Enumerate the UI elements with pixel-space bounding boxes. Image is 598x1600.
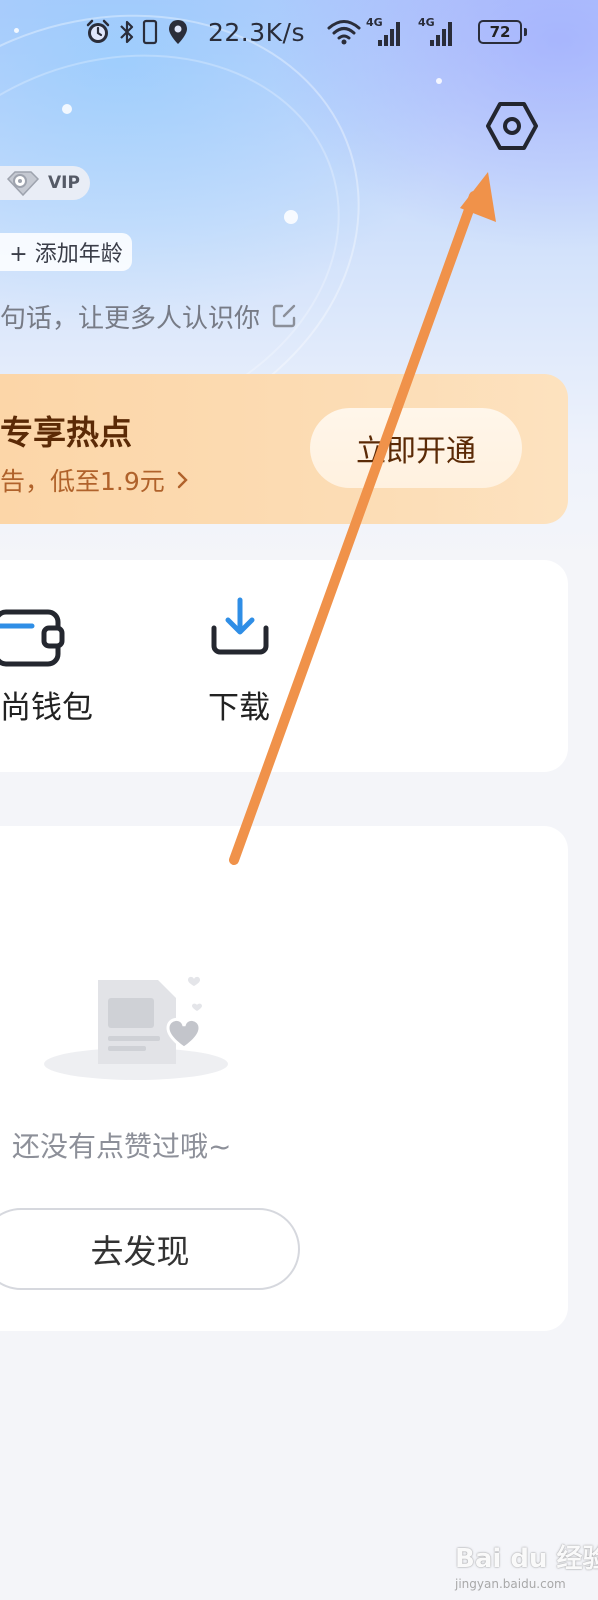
download-icon <box>211 597 269 655</box>
likes-card: 还没有点赞过哦~ 去发现 <box>0 826 568 1331</box>
vip-badge[interactable]: VIP <box>0 166 90 200</box>
discover-button[interactable]: 去发现 <box>0 1208 300 1290</box>
add-age-button[interactable]: + 添加年龄 <box>0 233 132 271</box>
edit-icon <box>272 304 296 328</box>
location-icon <box>166 10 190 54</box>
wallet-label: 尚钱包 <box>0 690 93 726</box>
vibrate-icon <box>140 10 160 54</box>
sparkle-decoration <box>62 104 72 114</box>
empty-likes-illustration-icon <box>44 976 228 1080</box>
baidu-watermark-url: jingyan.baidu.com <box>455 1577 566 1591</box>
alarm-icon <box>84 10 112 54</box>
services-card: 尚钱包 下载 <box>0 560 568 772</box>
download-entry[interactable]: 下载 <box>200 560 350 772</box>
baidu-watermark-logo: Bai du 经验 <box>455 1544 598 1574</box>
empty-likes-text: 还没有点赞过哦~ <box>12 1130 232 1163</box>
activate-now-button[interactable]: 立即开通 <box>310 408 522 488</box>
diamond-icon <box>6 171 40 197</box>
baidu-watermark: Bai du 经验 jingyan.baidu.com <box>455 1538 598 1596</box>
signal-icon-2: 4G <box>416 10 460 54</box>
wifi-icon <box>326 10 362 54</box>
vip-label: VIP <box>48 173 80 193</box>
sparkle-decoration <box>284 210 298 224</box>
battery-level: 72 <box>489 23 511 41</box>
wallet-icon <box>0 609 65 667</box>
signal-icon-1: 4G <box>364 10 408 54</box>
bio-edit-row[interactable]: 句话，让更多人认识你 <box>0 296 298 336</box>
bio-placeholder: 句话，让更多人认识你 <box>0 303 261 334</box>
promo-subtitle[interactable]: 告，低至1.9元 <box>0 462 193 498</box>
vip-promo-card[interactable]: 专享热点 告，低至1.9元 立即开通 <box>0 374 568 524</box>
bluetooth-icon <box>118 10 136 54</box>
promo-title: 专享热点 <box>0 413 132 452</box>
sparkle-decoration <box>436 78 442 84</box>
wallet-entry[interactable]: 尚钱包 <box>0 560 150 772</box>
battery-icon: 72 <box>478 20 527 44</box>
settings-hexagon-icon <box>486 102 538 150</box>
promo-subtitle-text: 告，低至1.9元 <box>0 467 165 496</box>
settings-button[interactable] <box>484 98 540 154</box>
download-label: 下载 <box>208 690 270 726</box>
status-bar: 22.3K/s 4G 4G 72 <box>0 10 598 54</box>
network-speed: 22.3K/s <box>208 17 306 47</box>
chevron-right-icon <box>177 471 188 489</box>
